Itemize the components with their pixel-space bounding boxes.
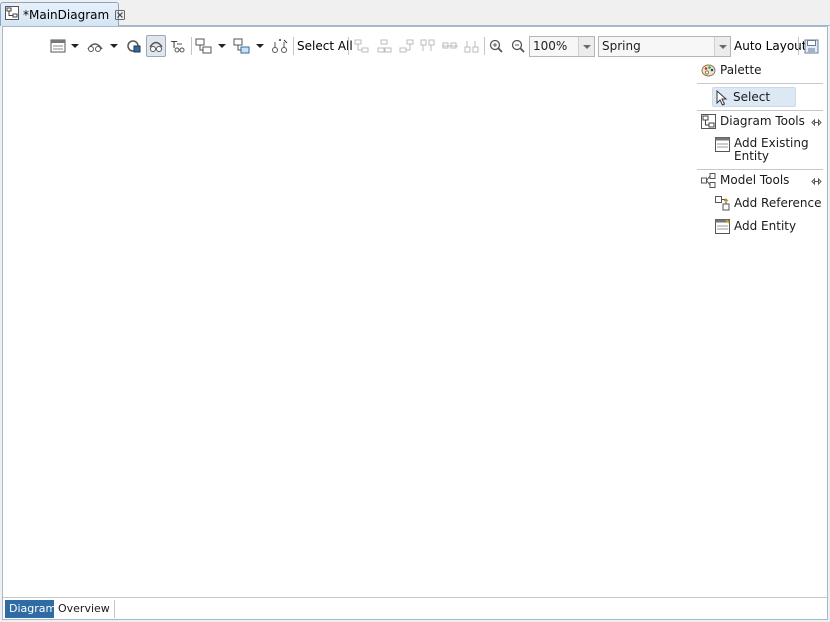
diagram-canvas[interactable] xyxy=(3,61,695,597)
layout-expand-icon[interactable] xyxy=(269,35,291,57)
align-bottom-icon xyxy=(463,35,481,57)
palette-icon xyxy=(701,63,716,81)
add-entity-label: Add Entity xyxy=(734,219,797,233)
editor-tab-bar: *MainDiagram xyxy=(0,0,830,26)
palette-divider xyxy=(697,169,823,170)
model-tools-icon xyxy=(701,173,716,191)
chevron-down-icon[interactable] xyxy=(714,37,730,56)
palette-item-add-entity[interactable]: Add Entity xyxy=(695,219,825,237)
chevron-down-icon[interactable] xyxy=(578,37,594,56)
align-top-icon xyxy=(419,35,437,57)
palette-drawer-model-tools[interactable]: Model Tools xyxy=(695,173,825,191)
pin-icon[interactable] xyxy=(811,117,822,130)
editor-page-tabs: Diagram Overview xyxy=(3,597,827,619)
tab-title: *MainDiagram xyxy=(23,7,110,22)
zoom-in-icon[interactable] xyxy=(487,35,505,57)
zoom-value: 100% xyxy=(533,39,568,53)
entity-icon xyxy=(715,137,730,155)
model-tools-title: Model Tools xyxy=(720,173,790,187)
add-reference-label: Add Reference xyxy=(734,196,822,210)
align-middle-icon xyxy=(441,35,459,57)
palette-item-add-existing-entity[interactable]: Add Existing Entity xyxy=(695,137,825,163)
auto-layout-button[interactable]: Auto Layout xyxy=(734,36,806,56)
zoom-combo[interactable]: 100% xyxy=(529,36,595,57)
connection-icon[interactable] xyxy=(85,35,105,57)
align-center-icon xyxy=(375,35,393,57)
toggle-inheritance-icon[interactable] xyxy=(146,35,166,57)
palette-divider xyxy=(697,110,823,111)
reference-icon xyxy=(715,196,730,214)
new-entity-icon[interactable] xyxy=(48,35,68,57)
diagram-tools-title: Diagram Tools xyxy=(720,114,805,128)
palette: Palette Select Diagram Tools Add Existin… xyxy=(695,61,825,597)
palette-item-add-reference[interactable]: Add Reference xyxy=(695,196,825,214)
new-entity-icon xyxy=(715,219,730,237)
zoom-out-icon[interactable] xyxy=(509,35,527,57)
tab-overview[interactable]: Overview xyxy=(54,600,115,618)
diagram-editor: T Select All 100% Spring Auto Layout Pal… xyxy=(2,26,828,620)
palette-title: Palette xyxy=(720,63,762,77)
show-relations-icon[interactable] xyxy=(124,35,144,57)
diagram-icon xyxy=(701,114,716,132)
add-existing-entity-line-2: Entity xyxy=(734,149,770,163)
chevron-down-icon[interactable] xyxy=(110,35,118,57)
arrange-icon[interactable] xyxy=(232,35,252,57)
align-left-icon xyxy=(353,35,371,57)
text-filter-icon[interactable]: T xyxy=(168,35,188,57)
diagram-toolbar: T Select All 100% Spring Auto Layout xyxy=(3,31,827,59)
save-icon[interactable] xyxy=(801,35,821,57)
cursor-icon xyxy=(716,89,728,109)
tab-diagram[interactable]: Diagram xyxy=(5,600,61,618)
select-label: Select xyxy=(733,90,771,104)
toolbar-separator xyxy=(191,37,192,55)
select-all-button[interactable]: Select All xyxy=(297,36,353,56)
tab-main-diagram[interactable]: *MainDiagram xyxy=(0,2,126,26)
layout-algorithm-combo[interactable]: Spring xyxy=(598,36,731,57)
add-existing-entity-label: Add Existing Entity xyxy=(734,137,809,163)
palette-header: Palette xyxy=(695,63,825,81)
layout-value: Spring xyxy=(602,39,641,53)
palette-divider xyxy=(697,83,823,84)
toolbar-separator xyxy=(348,37,349,55)
close-icon[interactable] xyxy=(115,9,126,20)
group-layout-icon[interactable] xyxy=(194,35,214,57)
chevron-down-icon[interactable] xyxy=(218,35,226,57)
pin-icon[interactable] xyxy=(811,176,822,189)
palette-drawer-diagram-tools[interactable]: Diagram Tools xyxy=(695,114,825,132)
diagram-icon xyxy=(5,6,19,23)
chevron-down-icon[interactable] xyxy=(71,35,79,57)
align-right-icon xyxy=(397,35,415,57)
toolbar-separator xyxy=(293,37,294,55)
toolbar-separator xyxy=(798,37,799,55)
palette-select-tool[interactable]: Select xyxy=(712,87,796,107)
toolbar-separator xyxy=(484,37,485,55)
chevron-down-icon[interactable] xyxy=(256,35,264,57)
